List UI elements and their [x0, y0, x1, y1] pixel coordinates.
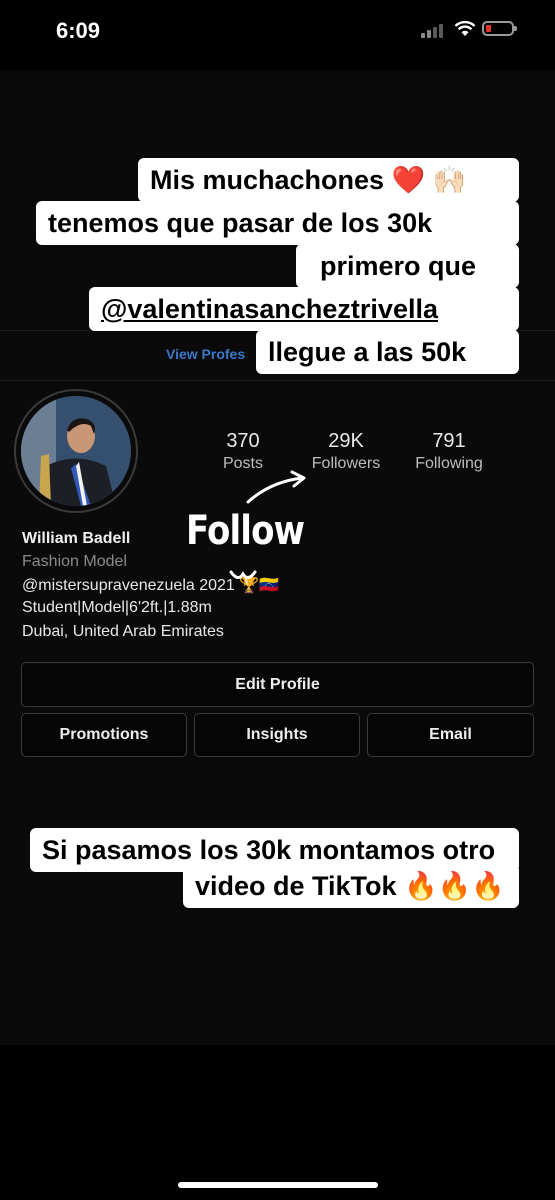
bio-line: Dubai, United Arab Emirates [22, 623, 224, 640]
battery-icon [482, 21, 517, 36]
follow-annotation: Follow [186, 508, 305, 554]
promotions-button[interactable]: Promotions [21, 713, 187, 757]
insights-button[interactable]: Insights [194, 713, 360, 757]
followers-count[interactable]: 29K [291, 430, 401, 453]
bio-line: Student|Model|6'2ft.|1.88m [22, 599, 212, 616]
story-text-line: tenemos que pasar de los 30k [36, 201, 519, 245]
avatar-photo [21, 396, 131, 506]
story-text-line: video de TikTok 🔥🔥🔥 [183, 864, 519, 908]
following-count[interactable]: 791 [394, 430, 504, 453]
following-label[interactable]: Following [394, 455, 504, 473]
view-professional-link[interactable]: View Profes [166, 346, 245, 362]
cellular-signal-icon [421, 24, 447, 38]
arrow-doodle-icon [246, 470, 306, 504]
email-button[interactable]: Email [367, 713, 534, 757]
edit-profile-button[interactable]: Edit Profile [21, 662, 534, 707]
story-text-line: llegue a las 50k [256, 330, 519, 374]
story-text-line: primero que [296, 244, 519, 288]
home-indicator[interactable] [178, 1182, 378, 1188]
profile-name: William Badell [22, 530, 131, 547]
profile-category: Fashion Model [22, 553, 127, 570]
posts-count[interactable]: 370 [188, 430, 298, 453]
story-mention-link[interactable]: @valentinasancheztrivella [89, 287, 519, 331]
divider [0, 380, 555, 381]
wifi-icon [454, 20, 476, 36]
status-time: 6:09 [56, 18, 101, 43]
story-text-line: Mis muchachones ❤️ 🙌🏻 [138, 158, 519, 202]
avatar[interactable] [21, 396, 131, 506]
curl-doodle-icon [229, 570, 257, 579]
